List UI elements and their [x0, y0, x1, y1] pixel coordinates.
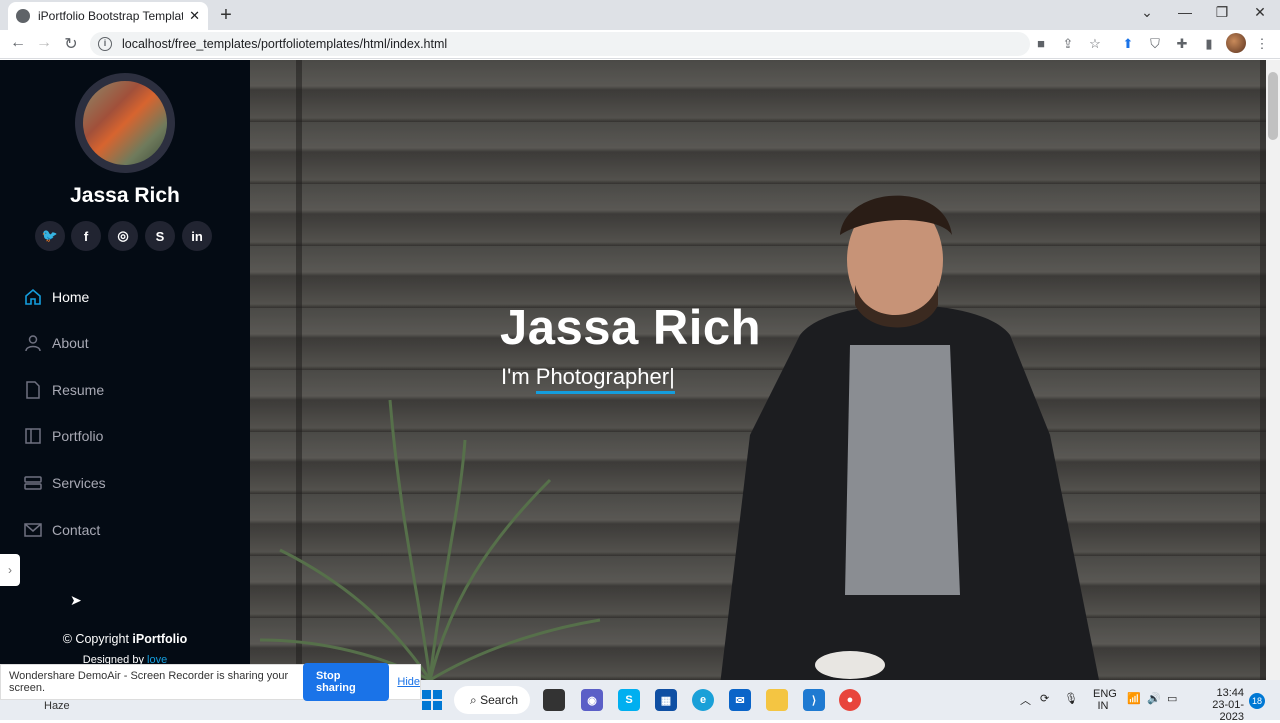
- hero-photo-plant: [259, 399, 601, 680]
- nav-contact[interactable]: Contact: [24, 518, 100, 542]
- linkedin-icon[interactable]: in: [182, 221, 212, 251]
- bookmark-star-icon[interactable]: ☆: [1085, 36, 1105, 52]
- notification-badge[interactable]: 18: [1249, 693, 1265, 709]
- hero-subtitle: I'm Photographer|: [501, 364, 675, 394]
- chrome-icon[interactable]: ●: [839, 689, 861, 711]
- mail-icon[interactable]: ✉: [729, 689, 751, 711]
- teams-chat-icon[interactable]: ◉: [581, 689, 603, 711]
- back-arrow-icon[interactable]: ←: [7, 34, 29, 52]
- task-view-icon[interactable]: [543, 689, 565, 711]
- profile-avatar[interactable]: [1226, 33, 1246, 53]
- skype-app-icon[interactable]: S: [618, 689, 640, 711]
- facebook-icon[interactable]: f: [71, 221, 101, 251]
- mouse-cursor: ➤: [70, 592, 82, 608]
- nav-label: Home: [52, 289, 90, 305]
- twitter-icon[interactable]: 🐦: [35, 221, 65, 251]
- windows-start-icon[interactable]: [422, 690, 442, 710]
- instagram-icon[interactable]: ◎: [108, 221, 138, 251]
- edge-icon[interactable]: e: [692, 689, 714, 711]
- sidebar-name: Jassa Rich: [70, 184, 180, 207]
- nav-about[interactable]: About: [24, 331, 89, 355]
- minimize-button[interactable]: —: [1170, 4, 1200, 20]
- wifi-icon[interactable]: 📶: [1127, 692, 1141, 705]
- stop-sharing-button[interactable]: Stop sharing: [302, 663, 390, 701]
- maximize-button[interactable]: ❐: [1207, 4, 1237, 21]
- new-tab-button[interactable]: +: [216, 4, 236, 27]
- profile-photo: [75, 73, 175, 173]
- camera-icon[interactable]: ■: [1031, 36, 1051, 51]
- hero-title: Jassa Rich: [500, 301, 762, 355]
- close-window-button[interactable]: ✕: [1245, 4, 1275, 21]
- store-icon[interactable]: ▦: [655, 689, 677, 711]
- house-icon: [24, 288, 42, 306]
- reload-icon[interactable]: ↻: [60, 34, 82, 54]
- address-bar-row: ← → ↻ i localhost/free_templates/portfol…: [0, 30, 1280, 59]
- nav-label: About: [52, 335, 89, 351]
- server-icon: [24, 474, 42, 492]
- skype-icon[interactable]: S: [145, 221, 175, 251]
- taskbar-search[interactable]: ⌕ Search: [454, 686, 530, 714]
- hero-section: Jassa Rich I'm Photographer|: [250, 60, 1266, 680]
- nav-home[interactable]: Home: [24, 285, 89, 309]
- book-icon: [24, 427, 42, 445]
- battery-icon[interactable]: ▭: [1167, 692, 1177, 705]
- weather-label[interactable]: Haze: [44, 700, 70, 712]
- tray-chevron-icon[interactable]: ︿: [1020, 692, 1031, 708]
- volume-icon[interactable]: 🔊: [1147, 692, 1161, 705]
- hero-photo-person: [720, 195, 1099, 680]
- microphone-icon[interactable]: 🎙: [1064, 692, 1078, 705]
- nav-services[interactable]: Services: [24, 471, 106, 495]
- hide-link[interactable]: Hide: [397, 676, 420, 688]
- tab-search-icon[interactable]: ⌄: [1132, 4, 1162, 21]
- language-indicator[interactable]: ENG IN: [1093, 688, 1117, 712]
- browser-tab[interactable]: iPortfolio Bootstrap Template - In ✕: [8, 2, 208, 30]
- url-field[interactable]: i localhost/free_templates/portfoliotemp…: [90, 32, 1030, 56]
- forward-arrow-icon[interactable]: →: [33, 34, 55, 52]
- site-info-icon[interactable]: i: [98, 37, 112, 51]
- sidebar-toggle-button[interactable]: ›: [0, 554, 20, 586]
- share-icon[interactable]: ⇪: [1058, 36, 1078, 52]
- puzzle-icon[interactable]: ✚: [1172, 36, 1192, 52]
- url-text: localhost/free_templates/portfoliotempla…: [122, 37, 448, 51]
- envelope-icon: [24, 521, 42, 539]
- person-icon: [24, 334, 42, 352]
- tab-title: iPortfolio Bootstrap Template - In: [38, 9, 183, 23]
- close-tab-icon[interactable]: ✕: [189, 8, 200, 24]
- share-message: Wondershare DemoAir - Screen Recorder is…: [9, 670, 289, 694]
- sidebar: Jassa Rich 🐦 f ◎ S in Home About Resume …: [0, 60, 250, 680]
- vscode-icon[interactable]: ⟩: [803, 689, 825, 711]
- copyright-text: © Copyright iPortfolio: [62, 632, 188, 646]
- nav-label: Contact: [52, 522, 101, 538]
- search-icon: ⌕: [470, 692, 481, 707]
- globe-icon: [16, 9, 30, 23]
- nav-label: Services: [52, 475, 106, 491]
- typed-text: Photographer|: [535, 364, 675, 394]
- page-scrollbar[interactable]: [1266, 60, 1280, 680]
- scrollbar-thumb[interactable]: [1268, 72, 1278, 140]
- side-panel-icon[interactable]: ▮: [1199, 36, 1219, 52]
- nav-label: Portfolio: [52, 428, 104, 444]
- sync-icon[interactable]: ⟳: [1040, 692, 1049, 705]
- more-menu-icon[interactable]: ⋮: [1252, 36, 1272, 52]
- nav-portfolio[interactable]: Portfolio: [24, 424, 103, 448]
- nav-label: Resume: [52, 382, 105, 398]
- clock[interactable]: 13:44 23-01-2023: [1194, 687, 1244, 723]
- file-explorer-icon[interactable]: [766, 689, 788, 711]
- shield-icon[interactable]: ⛉: [1145, 36, 1165, 52]
- file-icon: [24, 381, 42, 399]
- nav-resume[interactable]: Resume: [24, 378, 104, 402]
- extension-icon[interactable]: ⬆: [1118, 36, 1138, 52]
- screen-share-banner: Wondershare DemoAir - Screen Recorder is…: [0, 663, 421, 701]
